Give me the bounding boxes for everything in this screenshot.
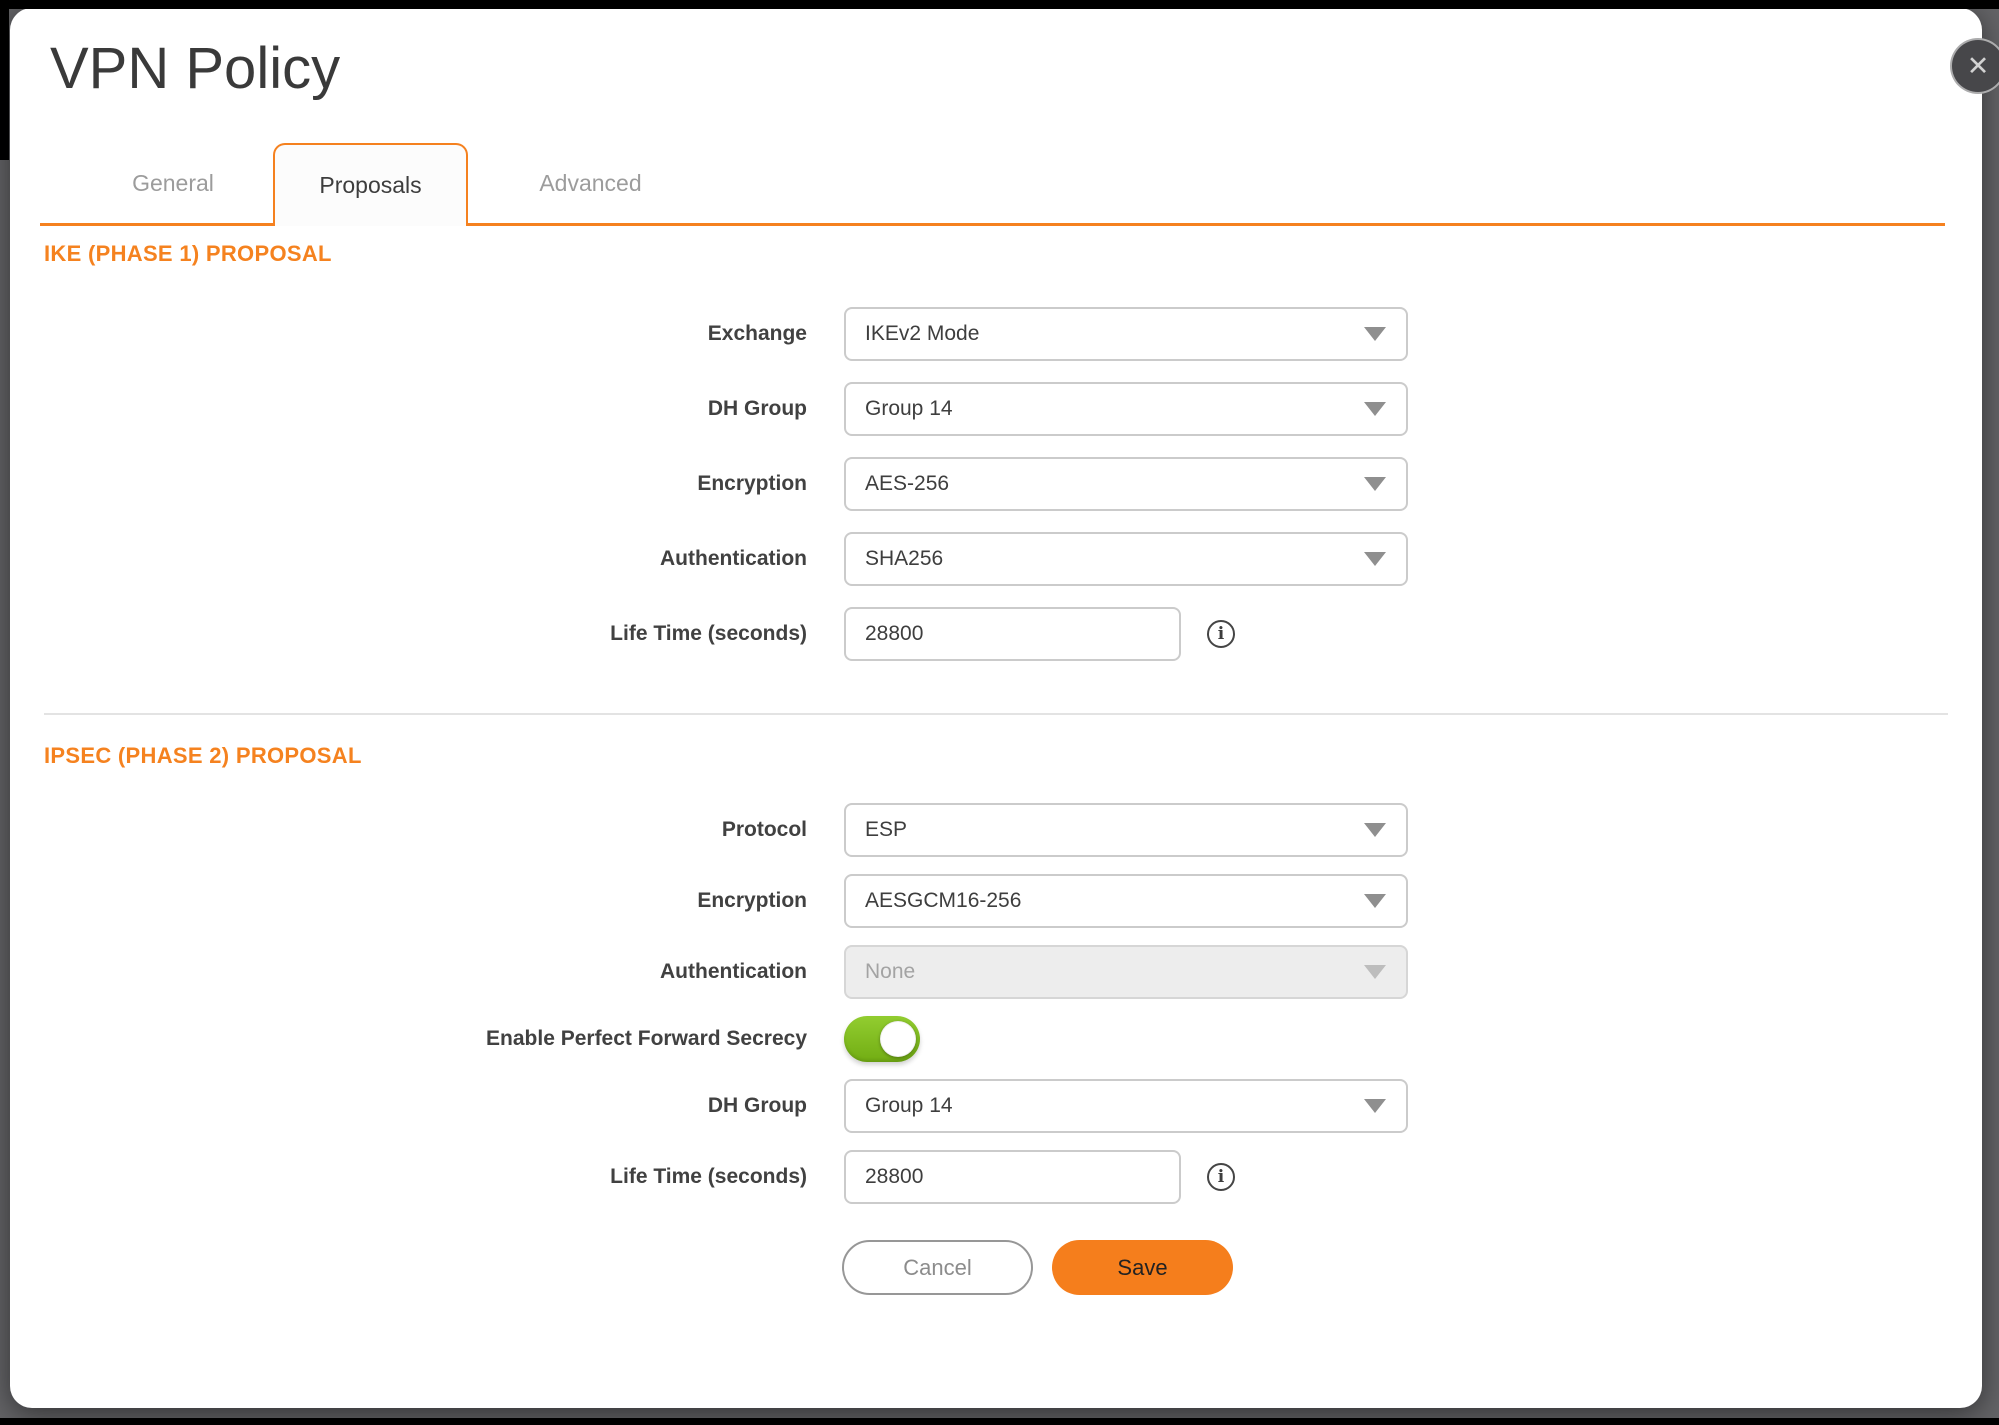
left-black-strip: [0, 0, 9, 160]
tab-proposals[interactable]: Proposals: [273, 143, 468, 226]
ipsec-protocol-label: Protocol: [44, 818, 807, 842]
chevron-down-icon: [1364, 1099, 1386, 1113]
ipsec-life-time-input[interactable]: [844, 1150, 1181, 1204]
chevron-down-icon: [1364, 477, 1386, 491]
page-title: VPN Policy: [50, 36, 1982, 102]
bottom-black-bar: [0, 1418, 1999, 1425]
ipsec-protocol-dropdown[interactable]: ESP: [844, 803, 1408, 857]
ike-exchange-label: Exchange: [44, 322, 807, 346]
ike-dh-group-dropdown[interactable]: Group 14: [844, 382, 1408, 436]
screen-backdrop: VPN Policy GeneralProposalsAdvanced IKE …: [0, 0, 1999, 1425]
ipsec-authentication-row: Authentication None: [44, 945, 1948, 999]
ipsec-encryption-value: AESGCM16-256: [865, 889, 1021, 913]
ipsec-dh-group-dropdown[interactable]: Group 14: [844, 1079, 1408, 1133]
ike-rows: Exchange IKEv2 Mode DH Group Group 14 Encryp…: [44, 307, 1948, 661]
ike-life-time-input[interactable]: [844, 607, 1181, 661]
ipsec-encryption-dropdown[interactable]: AESGCM16-256: [844, 874, 1408, 928]
ipsec-pfs-label: Enable Perfect Forward Secrecy: [44, 1027, 807, 1051]
ike-life-time-row: Life Time (seconds) i: [44, 607, 1948, 661]
chevron-down-icon: [1364, 965, 1386, 979]
ike-exchange-dropdown[interactable]: IKEv2 Mode: [844, 307, 1408, 361]
vpn-policy-dialog: VPN Policy GeneralProposalsAdvanced IKE …: [10, 8, 1982, 1408]
ike-exchange-value: IKEv2 Mode: [865, 322, 979, 346]
chevron-down-icon: [1364, 327, 1386, 341]
close-icon: ✕: [1967, 53, 1990, 80]
chevron-down-icon: [1364, 552, 1386, 566]
form-sections: IKE (PHASE 1) PROPOSAL Exchange IKEv2 Mode…: [10, 239, 1982, 1204]
footer-actions: Cancel Save: [842, 1240, 1982, 1295]
top-black-bar: [0, 0, 1999, 9]
ipsec-encryption-row: Encryption AESGCM16-256: [44, 874, 1948, 928]
chevron-down-icon: [1364, 823, 1386, 837]
ike-encryption-dropdown[interactable]: AES-256: [844, 457, 1408, 511]
ike-dh-group-label: DH Group: [44, 397, 807, 421]
ipsec-authentication-dropdown: None: [844, 945, 1408, 999]
info-icon[interactable]: i: [1207, 1163, 1235, 1191]
tab-general[interactable]: General: [73, 143, 273, 223]
save-button[interactable]: Save: [1052, 1240, 1233, 1295]
cancel-button[interactable]: Cancel: [842, 1240, 1033, 1295]
ike-authentication-value: SHA256: [865, 547, 943, 571]
ipsec-protocol-value: ESP: [865, 818, 907, 842]
tab-bar: GeneralProposalsAdvanced: [40, 143, 1945, 226]
ipsec-authentication-value: None: [865, 960, 915, 984]
ike-authentication-row: Authentication SHA256: [44, 532, 1948, 586]
ipsec-pfs-row: Enable Perfect Forward Secrecy: [44, 1016, 1948, 1062]
ike-authentication-label: Authentication: [44, 547, 807, 571]
chevron-down-icon: [1364, 402, 1386, 416]
ipsec-authentication-label: Authentication: [44, 960, 807, 984]
ipsec-life-time-label: Life Time (seconds): [44, 1165, 807, 1189]
ike-life-time-label: Life Time (seconds): [44, 622, 807, 646]
ike-authentication-dropdown[interactable]: SHA256: [844, 532, 1408, 586]
chevron-down-icon: [1364, 894, 1386, 908]
ike-section-heading: IKE (PHASE 1) PROPOSAL: [44, 239, 1948, 269]
tab-advanced[interactable]: Advanced: [468, 143, 713, 223]
ipsec-dh-group-row: DH Group Group 14: [44, 1079, 1948, 1133]
ipsec-section-heading: IPSEC (PHASE 2) PROPOSAL: [44, 741, 1948, 771]
ike-encryption-label: Encryption: [44, 472, 807, 496]
ike-encryption-value: AES-256: [865, 472, 949, 496]
ike-exchange-row: Exchange IKEv2 Mode: [44, 307, 1948, 361]
ike-dh-group-row: DH Group Group 14: [44, 382, 1948, 436]
ipsec-dh-group-value: Group 14: [865, 1094, 953, 1118]
ipsec-encryption-label: Encryption: [44, 889, 807, 913]
section-divider: [44, 713, 1948, 715]
ike-dh-group-value: Group 14: [865, 397, 953, 421]
ipsec-rows: Protocol ESP Encryption AESGCM16-256 Authent…: [44, 803, 1948, 1204]
toggle-knob: [880, 1021, 916, 1057]
close-button[interactable]: ✕: [1950, 38, 1999, 94]
ike-encryption-row: Encryption AES-256: [44, 457, 1948, 511]
ipsec-life-time-row: Life Time (seconds) i: [44, 1150, 1948, 1204]
ipsec-protocol-row: Protocol ESP: [44, 803, 1948, 857]
info-icon[interactable]: i: [1207, 620, 1235, 648]
ipsec-dh-group-label: DH Group: [44, 1094, 807, 1118]
ipsec-pfs-toggle[interactable]: [844, 1016, 920, 1062]
